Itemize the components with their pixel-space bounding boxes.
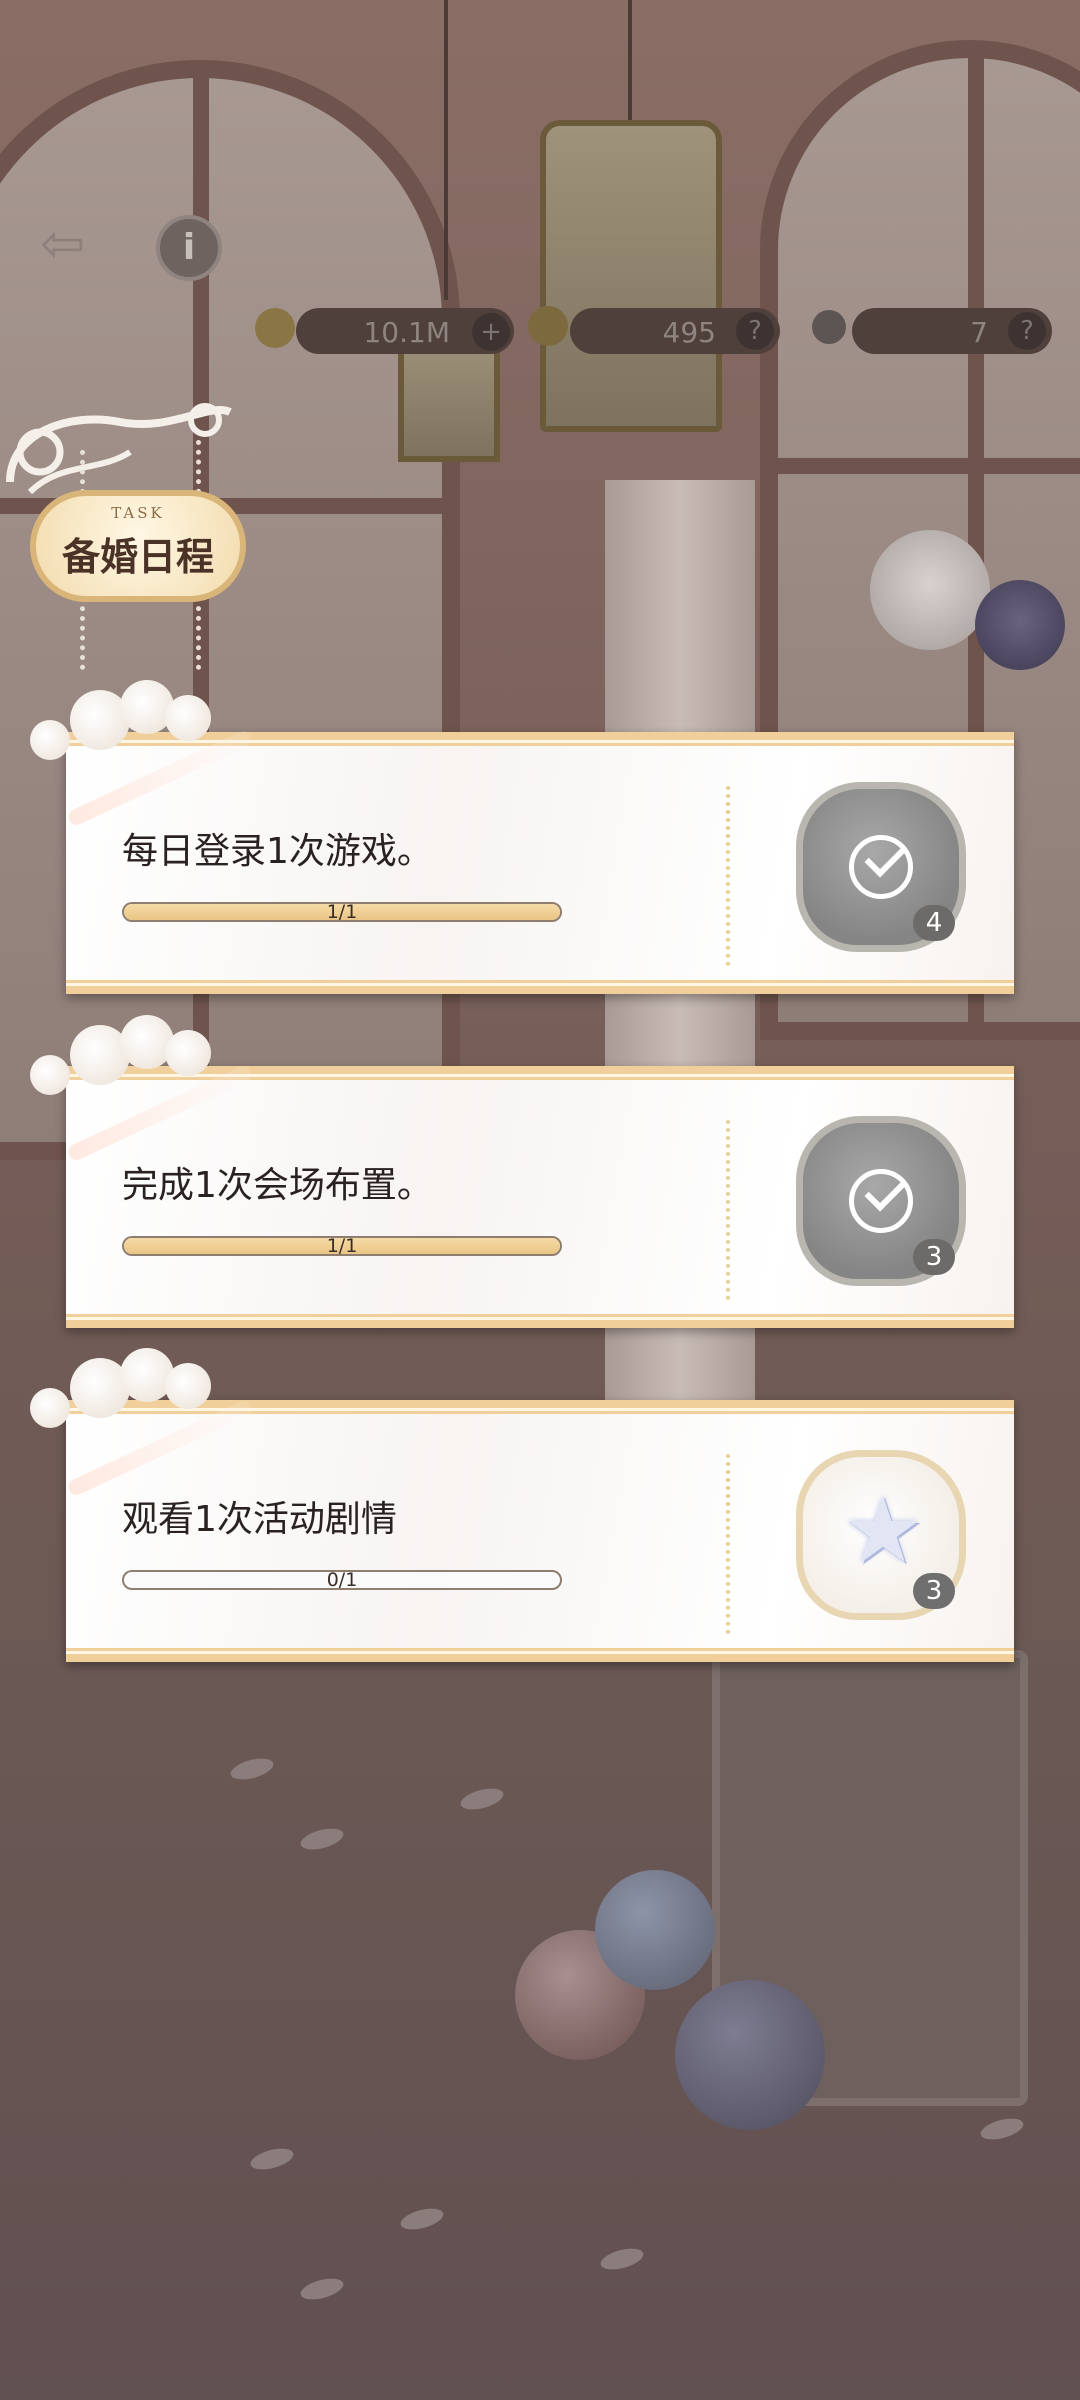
coin-icon [255, 308, 295, 348]
gems-help-button[interactable]: ? [736, 312, 774, 350]
coins-value: 10.1M [363, 316, 450, 349]
progress-text: 1/1 [326, 1236, 358, 1256]
progress-text: 1/1 [326, 902, 358, 922]
info-button[interactable]: i [156, 215, 222, 281]
character-chibi-dark-hair [975, 580, 1065, 670]
gems-value: 495 [662, 316, 716, 349]
flower-decoration [0, 1318, 250, 1428]
task-label: TASK [111, 504, 165, 522]
reward-claimed[interactable]: 4 [796, 782, 966, 952]
stars-value: 7 [970, 316, 988, 349]
reward-star[interactable]: ★ 3 [796, 1450, 966, 1620]
currency-coins: 10.1M + [296, 308, 514, 354]
task-progress-bar: 1/1 [122, 1236, 562, 1256]
orb-3 [675, 1980, 825, 2130]
divider [726, 1120, 730, 1300]
task-description: 观看1次活动剧情 [122, 1499, 397, 1540]
lantern-rod-center [628, 0, 632, 130]
currency-stars: 7 ? [852, 308, 1052, 354]
task-progress-bar: 0/1 [122, 1570, 562, 1590]
orb-2 [595, 1870, 715, 1990]
progress-text: 0/1 [326, 1570, 358, 1590]
reward-claimed[interactable]: 3 [796, 1116, 966, 1286]
add-coins-button[interactable]: + [472, 313, 510, 351]
panel-title: 备婚日程 [61, 534, 214, 579]
task-title-badge: TASK 备婚日程 [30, 490, 246, 602]
task-description: 完成1次会场布置。 [122, 1165, 433, 1206]
check-icon [849, 1169, 913, 1233]
character-chibi-white-hair [870, 530, 990, 650]
reward-count: 3 [913, 1239, 955, 1275]
scroll-ornament [6, 403, 232, 495]
task-card: 观看1次活动剧情 0/1 ★ 3 [66, 1400, 1014, 1662]
currency-gems: 495 ? [570, 308, 780, 354]
task-description: 每日登录1次游戏。 [122, 831, 433, 872]
divider [726, 1454, 730, 1634]
lantern-center [540, 120, 722, 432]
lantern-rod-left [444, 0, 448, 300]
gem-icon [528, 306, 568, 346]
stars-help-button[interactable]: ? [1008, 312, 1046, 350]
divider [726, 786, 730, 966]
star-currency-icon [812, 310, 846, 344]
task-card: 每日登录1次游戏。 1/1 4 [66, 732, 1014, 994]
info-icon: i [182, 227, 196, 268]
reward-count: 3 [913, 1573, 955, 1609]
check-icon [849, 835, 913, 899]
task-progress-bar: 1/1 [122, 902, 562, 922]
back-arrow-icon[interactable]: ⇦ [40, 212, 85, 275]
task-card: 完成1次会场布置。 1/1 3 [66, 1066, 1014, 1328]
star-icon: ★ [841, 1477, 925, 1584]
reward-count: 4 [913, 905, 955, 941]
